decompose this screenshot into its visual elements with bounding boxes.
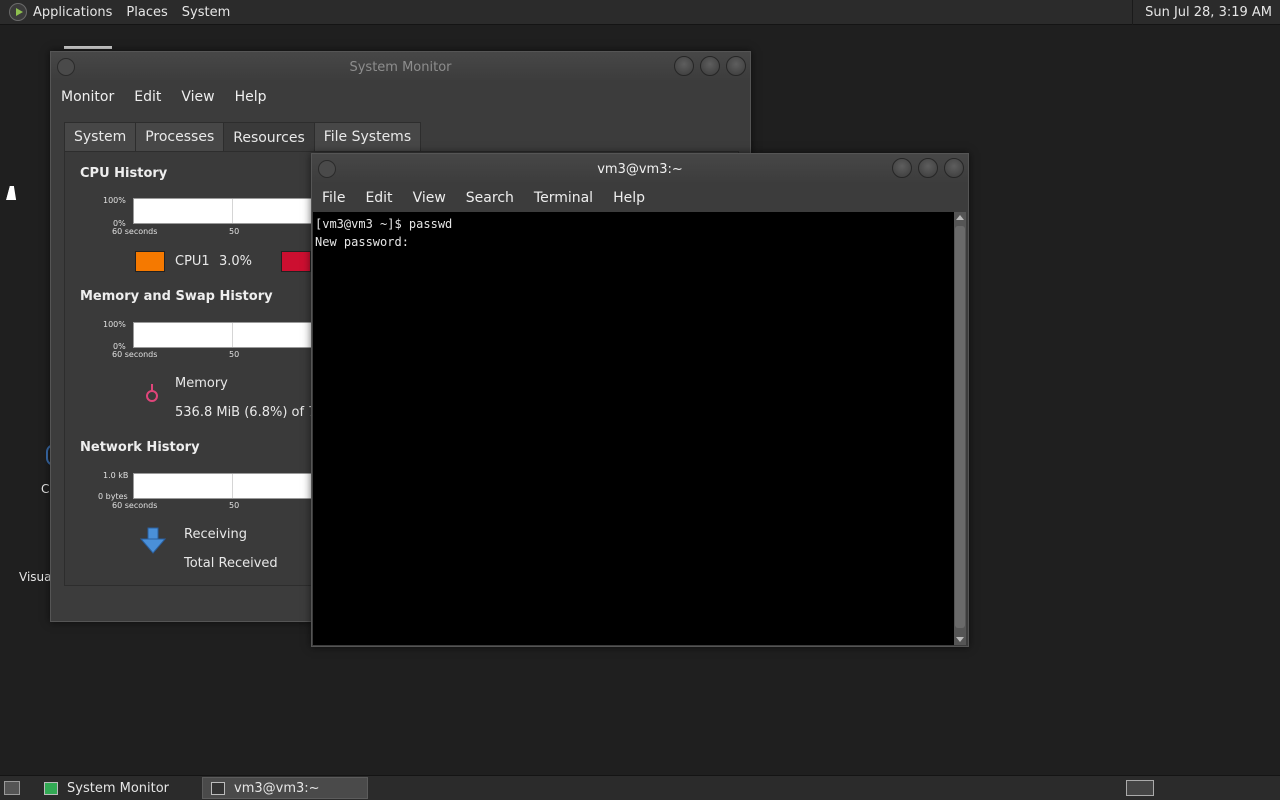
workspace-switcher-icon[interactable] (1126, 780, 1154, 796)
menu-monitor[interactable]: Monitor (51, 89, 124, 105)
total-received-label: Total Received (184, 556, 278, 571)
maximize-button[interactable] (918, 158, 938, 178)
maximize-button[interactable] (700, 56, 720, 76)
network-axis-bottom: 0 bytes (98, 492, 128, 501)
scrollbar-thumb[interactable] (955, 226, 965, 628)
scroll-down-icon[interactable] (956, 637, 964, 642)
menu-places[interactable]: Places (126, 5, 167, 20)
cpu-history-title: CPU History (80, 166, 168, 181)
tab-system[interactable]: System (64, 122, 137, 151)
minimize-button[interactable] (674, 56, 694, 76)
cpu-axis-mid: 50 (229, 227, 240, 236)
mouse-pointer-icon (6, 186, 20, 200)
window-title: System Monitor (349, 59, 452, 75)
tab-resources[interactable]: Resources (223, 122, 315, 152)
tab-processes[interactable]: Processes (135, 122, 225, 151)
taskbar-item-label: vm3@vm3:~ (234, 780, 320, 796)
close-button[interactable] (944, 158, 964, 178)
minimize-button[interactable] (892, 158, 912, 178)
menu-applications[interactable]: Applications (33, 5, 112, 20)
system-monitor-icon (44, 781, 58, 795)
close-button[interactable] (726, 56, 746, 76)
network-history-title: Network History (80, 440, 200, 455)
cpu-history-graph (133, 198, 313, 224)
tab-bar: System Processes Resources File Systems (64, 122, 422, 152)
receiving-label: Receiving (184, 527, 248, 542)
window-menu-button[interactable] (318, 160, 336, 178)
menu-view[interactable]: View (171, 89, 224, 105)
taskbar-item-terminal[interactable]: vm3@vm3:~ (202, 777, 368, 799)
show-desktop-icon[interactable] (4, 781, 20, 795)
terminal-line: [vm3@vm3 ~]$ passwd (315, 217, 453, 231)
memory-axis-top: 100% (103, 320, 126, 329)
menu-file[interactable]: File (312, 190, 355, 206)
network-axis-mid: 50 (229, 501, 240, 510)
desktop-icon-edge (64, 46, 112, 49)
terminal-output[interactable]: [vm3@vm3 ~]$ passwd New password: (313, 212, 955, 645)
tab-file-systems[interactable]: File Systems (313, 122, 422, 151)
menu-edit[interactable]: Edit (124, 89, 171, 105)
network-axis-top: 1.0 kB (103, 471, 129, 480)
bottom-panel: System Monitor vm3@vm3:~ (0, 775, 1280, 800)
terminal-window: vm3@vm3:~ File Edit View Search Terminal… (311, 153, 969, 647)
memory-history-title: Memory and Swap History (80, 289, 273, 304)
menu-edit[interactable]: Edit (355, 190, 402, 206)
window-title: vm3@vm3:~ (597, 161, 683, 177)
terminal-line: New password: (315, 235, 409, 249)
memory-axis-mid: 50 (229, 350, 240, 359)
cpu1-label: CPU1 (175, 254, 210, 269)
taskbar-item-label: System Monitor (67, 780, 170, 796)
memory-axis-time: 60 seconds (112, 350, 158, 359)
cpu-axis-top: 100% (103, 196, 126, 205)
memory-pie-icon[interactable] (145, 383, 159, 403)
cpu1-color-swatch[interactable] (135, 251, 165, 272)
panel-clock[interactable]: Sun Jul 28, 3:19 AM (1132, 0, 1280, 25)
menubar: File Edit View Search Terminal Help (312, 184, 968, 212)
menu-help[interactable]: Help (225, 89, 277, 105)
memory-label: Memory (175, 376, 228, 391)
desktop-icon-label[interactable]: C (41, 482, 49, 496)
applications-logo-icon[interactable] (9, 3, 27, 21)
memory-history-graph (133, 322, 313, 348)
desktop-icon-label[interactable]: Visua (19, 570, 52, 584)
window-titlebar[interactable]: vm3@vm3:~ (312, 154, 968, 184)
cpu-axis-time: 60 seconds (112, 227, 158, 236)
taskbar-item-system-monitor[interactable]: System Monitor (36, 777, 202, 799)
cpu1-value: 3.0% (219, 254, 253, 269)
cpu2-color-swatch[interactable] (281, 251, 311, 272)
window-titlebar[interactable]: System Monitor (51, 52, 750, 82)
memory-value: 536.8 MiB (6.8%) of 7.8 (175, 405, 329, 420)
network-history-graph (133, 473, 313, 499)
terminal-icon (211, 781, 225, 795)
menu-search[interactable]: Search (456, 190, 524, 206)
window-menu-button[interactable] (57, 58, 75, 76)
top-panel: Applications Places System Sun Jul 28, 3… (0, 0, 1280, 25)
download-arrow-icon (140, 527, 166, 554)
terminal-scrollbar[interactable] (954, 212, 966, 645)
menu-terminal[interactable]: Terminal (524, 190, 603, 206)
menubar: Monitor Edit View Help (51, 82, 750, 112)
scroll-up-icon[interactable] (956, 215, 964, 220)
menu-view[interactable]: View (403, 190, 456, 206)
network-axis-time: 60 seconds (112, 501, 158, 510)
menu-system[interactable]: System (182, 5, 230, 20)
menu-help[interactable]: Help (603, 190, 655, 206)
